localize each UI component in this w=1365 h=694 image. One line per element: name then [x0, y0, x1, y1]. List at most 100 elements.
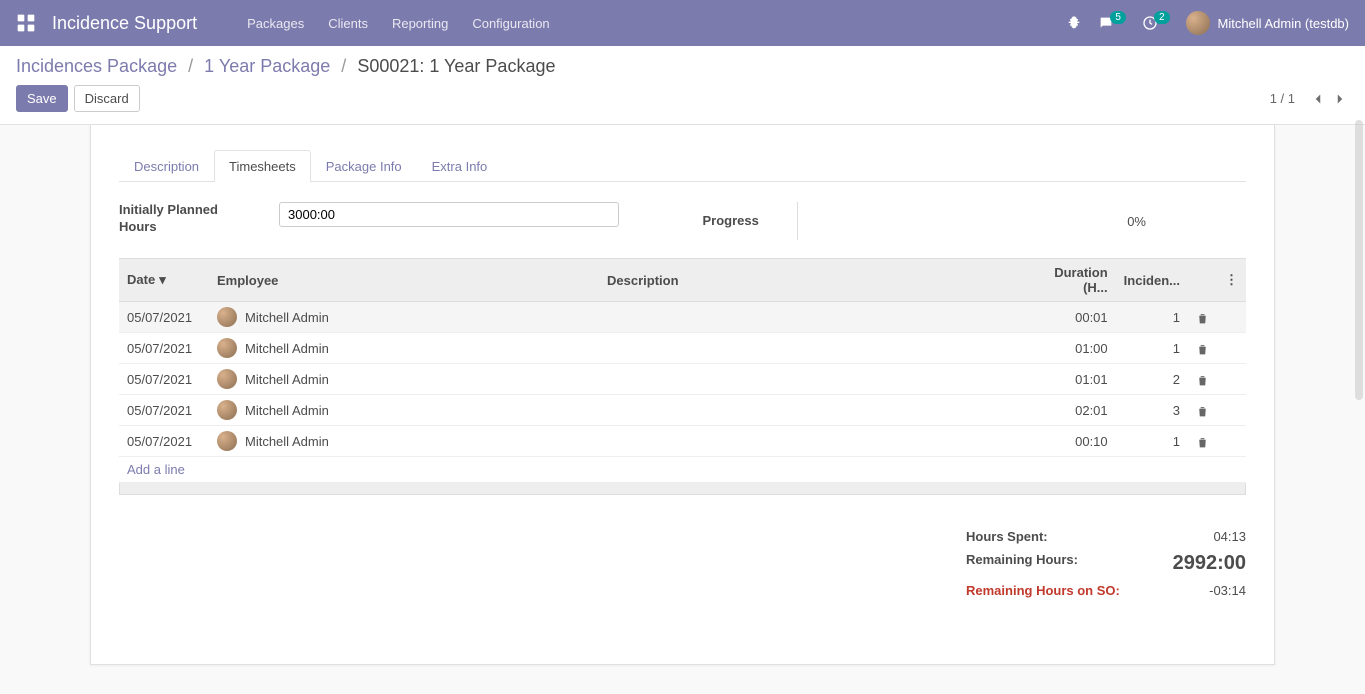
cell-description[interactable]: [599, 364, 1026, 395]
cell-date[interactable]: 05/07/2021: [119, 395, 209, 426]
user-name: Mitchell Admin (testdb): [1218, 16, 1350, 31]
messages-icon[interactable]: 5: [1098, 15, 1126, 31]
table-row[interactable]: 05/07/2021Mitchell Admin 00:101: [119, 426, 1246, 457]
cell-incidences[interactable]: 2: [1116, 364, 1188, 395]
tabs: Description Timesheets Package Info Extr…: [119, 149, 1246, 182]
cell-incidences[interactable]: 1: [1116, 426, 1188, 457]
remaining-so-label: Remaining Hours on SO:: [966, 583, 1120, 598]
debug-icon[interactable]: [1066, 15, 1082, 31]
add-line-link[interactable]: Add a line: [119, 457, 1246, 483]
table-row[interactable]: 05/07/2021Mitchell Admin 01:001: [119, 333, 1246, 364]
table-row[interactable]: 05/07/2021Mitchell Admin 00:011: [119, 302, 1246, 333]
col-employee[interactable]: Employee: [209, 259, 599, 302]
breadcrumb: Incidences Package / 1 Year Package / S0…: [16, 56, 1349, 77]
col-incidences[interactable]: Inciden...: [1116, 259, 1188, 302]
trash-icon: [1196, 436, 1209, 449]
trash-icon: [1196, 374, 1209, 387]
cell-description[interactable]: [599, 395, 1026, 426]
cell-incidences[interactable]: 1: [1116, 333, 1188, 364]
activities-badge: 2: [1154, 11, 1170, 24]
planned-hours-input[interactable]: [279, 202, 619, 227]
cell-date[interactable]: 05/07/2021: [119, 333, 209, 364]
cell-date[interactable]: 05/07/2021: [119, 302, 209, 333]
sort-desc-icon: ▾: [159, 272, 166, 287]
row-delete[interactable]: [1188, 426, 1217, 457]
cell-duration[interactable]: 00:01: [1026, 302, 1116, 333]
timesheet-table: Date▾ Employee Description Duration (H..…: [119, 258, 1246, 457]
remaining-hours-value: 2992:00: [1173, 552, 1246, 575]
cell-date[interactable]: 05/07/2021: [119, 426, 209, 457]
top-navbar: Incidence Support Packages Clients Repor…: [0, 0, 1365, 46]
tab-package-info[interactable]: Package Info: [311, 150, 417, 182]
cell-duration[interactable]: 01:01: [1026, 364, 1116, 395]
row-delete[interactable]: [1188, 302, 1217, 333]
form-sheet: Description Timesheets Package Info Extr…: [90, 125, 1275, 665]
menu-clients[interactable]: Clients: [328, 16, 368, 31]
pager-text[interactable]: 1 / 1: [1270, 91, 1295, 106]
summary-block: Hours Spent: 04:13 Remaining Hours: 2992…: [119, 525, 1246, 602]
cell-employee[interactable]: Mitchell Admin: [209, 395, 599, 426]
progress-value: 0%: [1127, 214, 1246, 229]
progress-label: Progress: [703, 213, 759, 230]
save-button[interactable]: Save: [16, 85, 68, 112]
col-date[interactable]: Date▾: [119, 259, 209, 302]
user-menu[interactable]: Mitchell Admin (testdb): [1186, 11, 1350, 35]
tab-extra-info[interactable]: Extra Info: [417, 150, 503, 182]
menu-configuration[interactable]: Configuration: [472, 16, 549, 31]
trash-icon: [1196, 343, 1209, 356]
table-row[interactable]: 05/07/2021Mitchell Admin 02:013: [119, 395, 1246, 426]
discard-button[interactable]: Discard: [74, 85, 140, 112]
row-delete[interactable]: [1188, 364, 1217, 395]
apps-icon[interactable]: [16, 13, 52, 33]
col-description[interactable]: Description: [599, 259, 1026, 302]
breadcrumb-link-1[interactable]: 1 Year Package: [204, 56, 330, 76]
app-brand[interactable]: Incidence Support: [52, 13, 197, 34]
cell-incidences[interactable]: 3: [1116, 395, 1188, 426]
cell-employee[interactable]: Mitchell Admin: [209, 426, 599, 457]
trash-icon: [1196, 405, 1209, 418]
control-panel: Incidences Package / 1 Year Package / S0…: [0, 46, 1365, 125]
row-delete[interactable]: [1188, 395, 1217, 426]
cell-incidences[interactable]: 1: [1116, 302, 1188, 333]
breadcrumb-current: S00021: 1 Year Package: [357, 56, 555, 76]
col-options-icon[interactable]: ⋮: [1217, 259, 1246, 302]
scrollbar[interactable]: [1355, 120, 1363, 400]
menu-packages[interactable]: Packages: [247, 16, 304, 31]
employee-avatar-icon: [217, 431, 237, 451]
trash-icon: [1196, 312, 1209, 325]
row-delete[interactable]: [1188, 333, 1217, 364]
hours-spent-label: Hours Spent:: [966, 529, 1048, 544]
employee-avatar-icon: [217, 369, 237, 389]
employee-avatar-icon: [217, 338, 237, 358]
cell-duration[interactable]: 00:10: [1026, 426, 1116, 457]
tab-timesheets[interactable]: Timesheets: [214, 150, 311, 182]
cell-date[interactable]: 05/07/2021: [119, 364, 209, 395]
employee-avatar-icon: [217, 307, 237, 327]
cell-description[interactable]: [599, 333, 1026, 364]
cell-description[interactable]: [599, 426, 1026, 457]
activities-icon[interactable]: 2: [1142, 15, 1170, 31]
messages-badge: 5: [1110, 11, 1126, 24]
cell-description[interactable]: [599, 302, 1026, 333]
cell-employee[interactable]: Mitchell Admin: [209, 333, 599, 364]
pager-prev-icon[interactable]: [1309, 90, 1327, 108]
cell-employee[interactable]: Mitchell Admin: [209, 302, 599, 333]
employee-avatar-icon: [217, 400, 237, 420]
planned-hours-label: Initially Planned Hours: [119, 202, 259, 236]
cell-duration[interactable]: 02:01: [1026, 395, 1116, 426]
table-row[interactable]: 05/07/2021Mitchell Admin 01:012: [119, 364, 1246, 395]
cell-employee[interactable]: Mitchell Admin: [209, 364, 599, 395]
cell-duration[interactable]: 01:00: [1026, 333, 1116, 364]
pager-next-icon[interactable]: [1331, 90, 1349, 108]
menu-reporting[interactable]: Reporting: [392, 16, 448, 31]
top-menu: Packages Clients Reporting Configuration: [247, 16, 550, 31]
tab-description[interactable]: Description: [119, 150, 214, 182]
user-avatar-icon: [1186, 11, 1210, 35]
hours-spent-value: 04:13: [1213, 529, 1246, 544]
table-footer-bar: [119, 483, 1246, 495]
remaining-hours-label: Remaining Hours:: [966, 552, 1078, 575]
col-trash: [1188, 259, 1217, 302]
breadcrumb-link-0[interactable]: Incidences Package: [16, 56, 177, 76]
remaining-so-value: -03:14: [1209, 583, 1246, 598]
col-duration[interactable]: Duration (H...: [1026, 259, 1116, 302]
